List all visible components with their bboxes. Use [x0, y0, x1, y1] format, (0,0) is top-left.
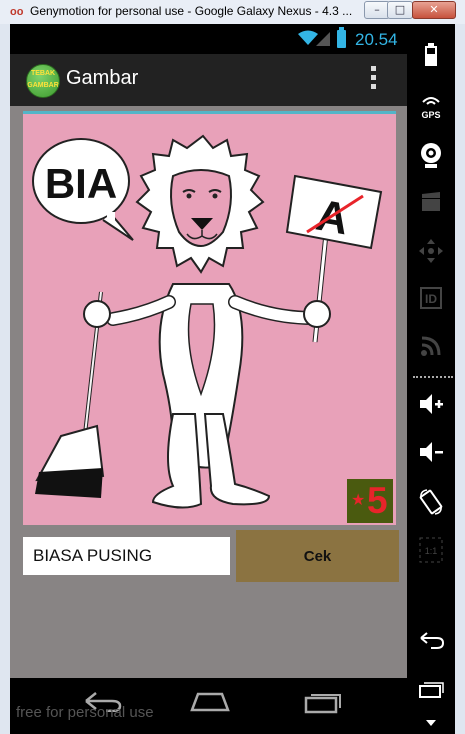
close-button[interactable]: ✕ — [412, 1, 456, 19]
window-border-right — [455, 24, 465, 734]
level-badge: ★ 5 — [347, 479, 393, 523]
menu-icon[interactable] — [407, 712, 455, 732]
genymotion-toolbar: GPS ID 1:1 — [407, 24, 455, 734]
clapperboard-icon[interactable] — [407, 184, 455, 224]
answer-input[interactable] — [23, 537, 230, 575]
id-label: ID — [425, 292, 437, 306]
rotate-icon[interactable] — [407, 482, 455, 522]
volume-down-icon[interactable] — [407, 434, 455, 474]
app-logo-text-bottom: GAMBAR — [27, 82, 59, 89]
status-time: 20.54 — [355, 30, 398, 49]
gps-widget-icon[interactable]: GPS — [407, 88, 455, 128]
id-icon[interactable]: ID — [407, 280, 455, 320]
check-button[interactable]: Cek — [236, 530, 399, 582]
speech-bubble-text: BIA — [45, 160, 117, 207]
status-bar: 20.54 — [10, 24, 407, 54]
app-logo-icon[interactable]: TEBAK GAMBAR — [26, 64, 60, 98]
puzzle-image: BIA A ★ 5 — [23, 111, 396, 525]
phone-screen: 20.54 TEBAK GAMBAR Gambar BIA ★ 5 BIASA … — [10, 24, 407, 734]
navigation-bar: free for personal use — [10, 678, 407, 734]
nav-home-icon[interactable] — [188, 690, 232, 712]
signal-icon — [316, 32, 330, 46]
main-content: BIA A ★ 5 Cek — [10, 106, 407, 678]
page-title: Gambar — [66, 67, 139, 89]
nav-recent-apps-icon[interactable] — [302, 688, 342, 714]
level-number: 5 — [367, 480, 388, 521]
camera-icon[interactable] — [407, 136, 455, 176]
action-bar: TEBAK GAMBAR Gambar — [10, 54, 407, 106]
battery-icon — [337, 27, 346, 48]
overflow-menu-icon[interactable] — [368, 66, 378, 94]
ratio-label: 1:1 — [425, 546, 438, 556]
volume-up-icon[interactable] — [407, 386, 455, 426]
recent-apps-icon[interactable] — [407, 672, 455, 712]
dpad-icon[interactable] — [407, 232, 455, 272]
watermark: free for personal use — [16, 704, 154, 721]
pixel-ratio-icon[interactable]: 1:1 — [407, 530, 455, 570]
app-logo-text-top: TEBAK — [30, 70, 56, 77]
window-title: Genymotion for personal use - Google Gal… — [30, 4, 353, 18]
battery-widget-icon[interactable] — [407, 36, 455, 76]
back-icon[interactable] — [407, 624, 455, 664]
genymotion-logo-icon: oo — [10, 6, 24, 18]
gps-label: GPS — [421, 110, 440, 120]
wifi-icon — [298, 30, 318, 50]
toolbar-divider — [413, 376, 453, 378]
maximize-button[interactable]: □ — [387, 1, 413, 19]
rss-icon[interactable] — [407, 328, 455, 368]
lion-illustration: BIA A — [32, 134, 383, 509]
star-icon: ★ — [351, 490, 366, 509]
window-border-left — [0, 24, 10, 734]
window-title-bar: oo Genymotion for personal use - Google … — [0, 0, 465, 25]
